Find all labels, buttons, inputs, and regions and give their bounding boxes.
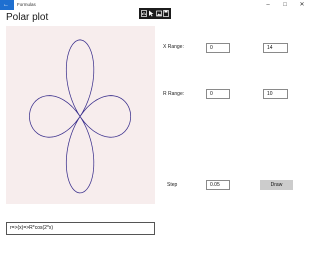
step-label: Step: [167, 182, 178, 188]
r-range-label: R Range:: [163, 91, 185, 97]
back-button[interactable]: ←: [0, 0, 14, 10]
close-icon: ✕: [299, 2, 305, 8]
x-min-input[interactable]: 0: [206, 43, 230, 53]
r-max-input[interactable]: 10: [263, 89, 288, 99]
image-icon[interactable]: [155, 10, 162, 17]
cursor-icon[interactable]: [148, 10, 154, 17]
page-title: Polar plot: [6, 12, 49, 23]
minimize-icon: –: [266, 2, 270, 8]
save-icon[interactable]: [163, 10, 170, 17]
plot-toolbar: [139, 8, 171, 19]
chart-icon[interactable]: [140, 10, 147, 17]
polar-plot-canvas[interactable]: [6, 26, 155, 204]
x-max-input[interactable]: 14: [263, 43, 288, 53]
minimize-button[interactable]: –: [260, 0, 276, 10]
x-range-label: X Range:: [163, 44, 184, 50]
polar-plot-svg: [29, 39, 132, 194]
back-arrow-icon: ←: [3, 2, 9, 8]
step-input[interactable]: 0.05: [206, 180, 230, 190]
formula-input[interactable]: r=>(x)=>R*cos(2*x): [6, 222, 155, 235]
close-button[interactable]: ✕: [294, 0, 310, 10]
maximize-button[interactable]: □: [277, 0, 293, 10]
maximize-icon: □: [283, 2, 287, 8]
r-min-input[interactable]: 0: [206, 89, 230, 99]
draw-button[interactable]: Draw: [260, 180, 293, 190]
rose-curve: [29, 39, 132, 194]
window-title: Formulas: [17, 2, 36, 7]
